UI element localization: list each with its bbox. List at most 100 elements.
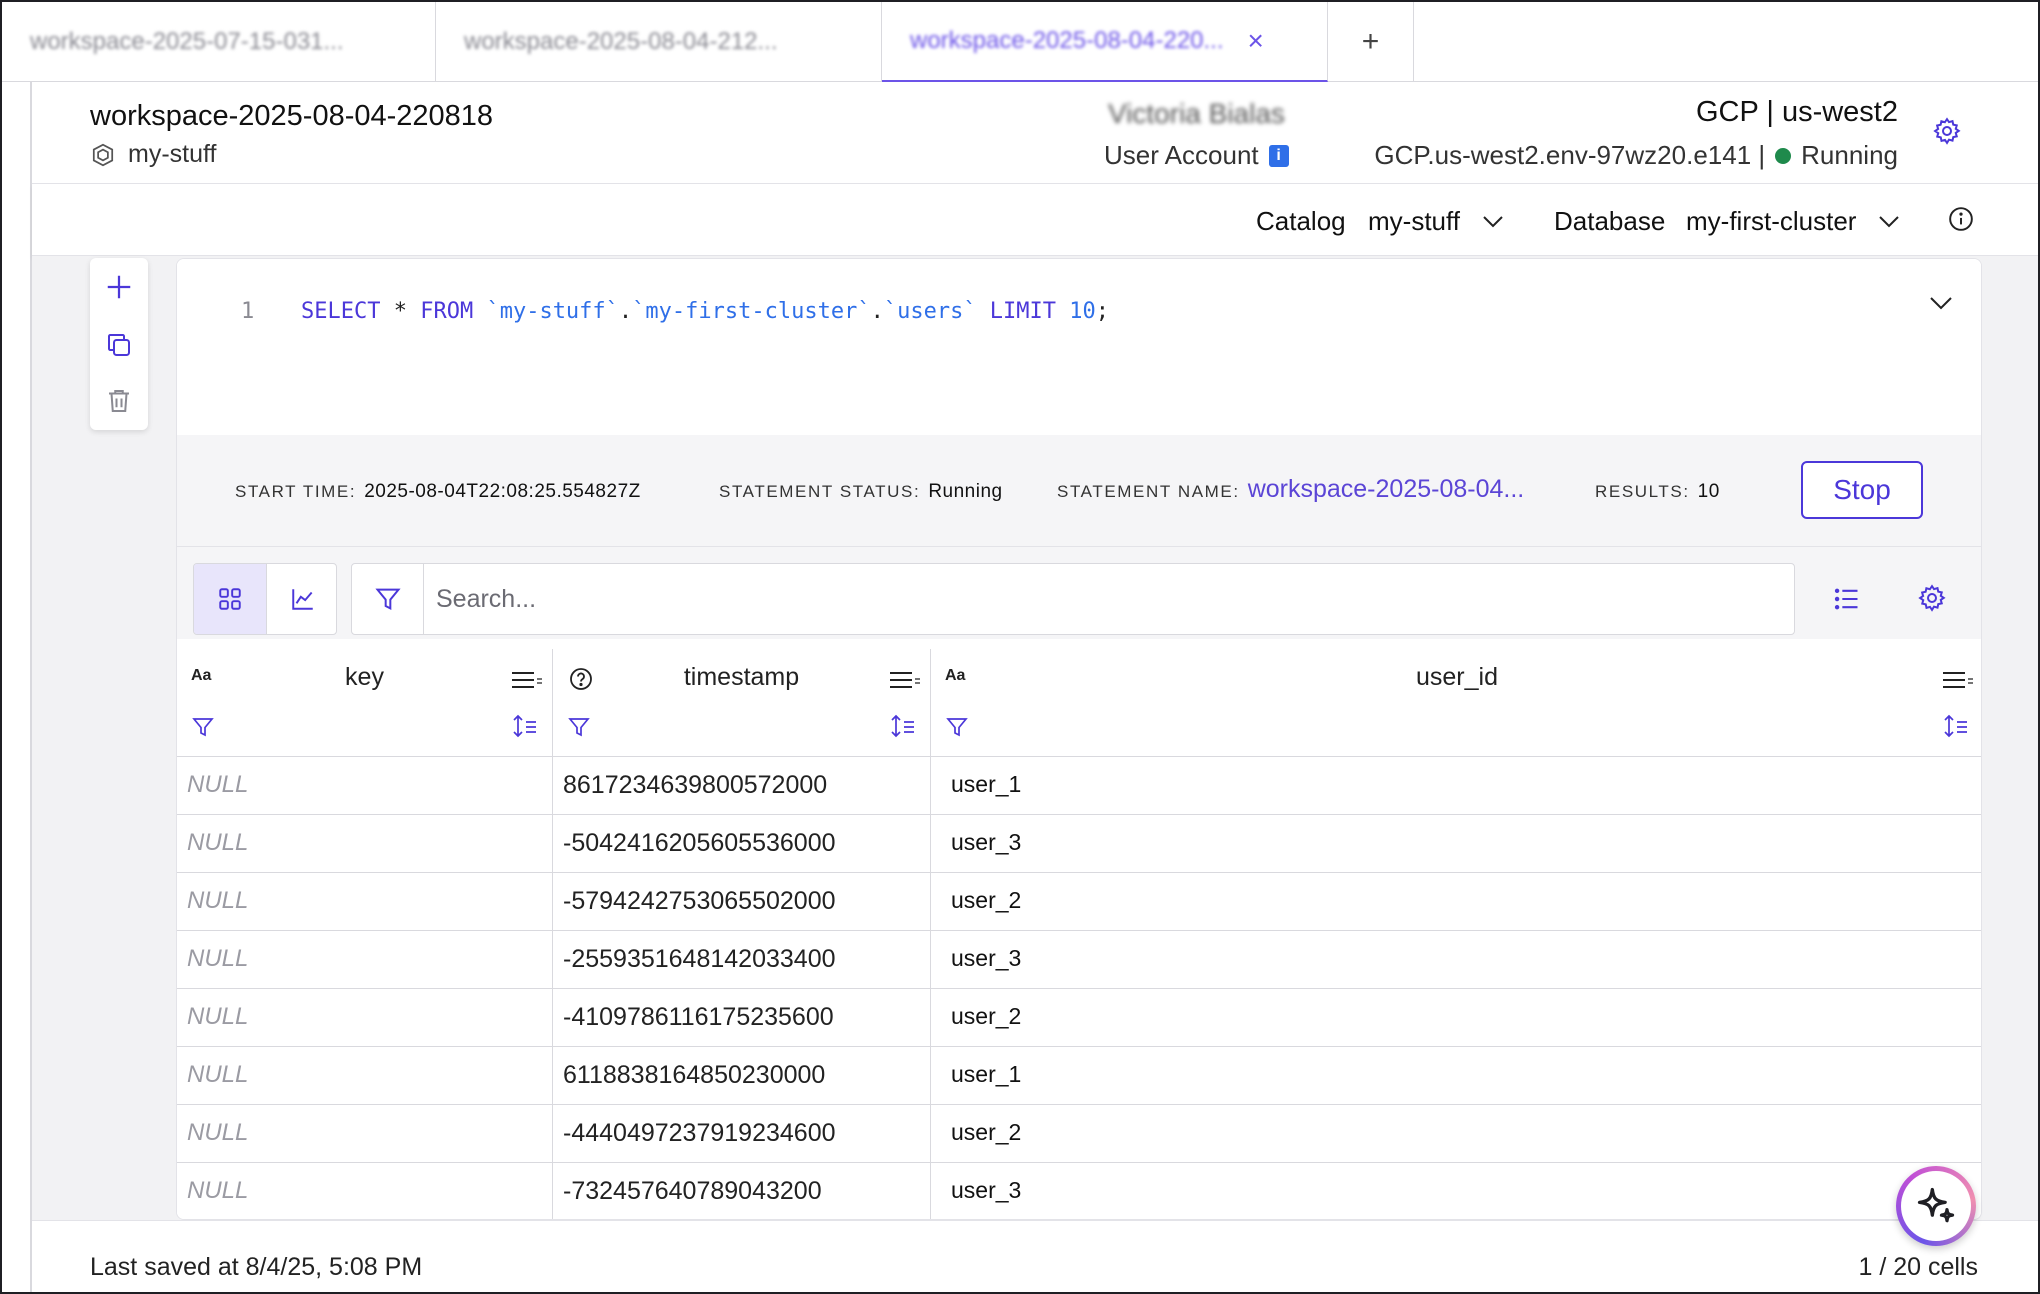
filter-icon[interactable] — [945, 715, 969, 739]
environment-status: GCP.us-west2.env-97wz20.e141 | Running — [1374, 140, 1898, 171]
add-icon[interactable] — [104, 272, 134, 302]
close-icon[interactable]: × — [1248, 25, 1264, 57]
cell-user-id[interactable]: user_2 — [931, 989, 1981, 1047]
cell-key[interactable]: NULL — [177, 757, 553, 815]
code-token: FROM — [420, 299, 474, 324]
code-token: `users` — [883, 299, 977, 324]
column-menu-icon[interactable] — [888, 669, 922, 691]
code-token: 10 — [1056, 299, 1096, 324]
tab-workspace-3-active[interactable]: workspace-2025-08-04-220... × — [882, 2, 1328, 82]
table-row[interactable]: NULL -5042416205605536000 user_3 — [177, 815, 1981, 873]
cell-key[interactable]: NULL — [177, 815, 553, 873]
column-header-key[interactable]: Aa key — [177, 649, 553, 757]
list-icon[interactable] — [1833, 585, 1861, 613]
cell-key[interactable]: NULL — [177, 1163, 553, 1219]
code-token: . — [618, 299, 633, 324]
cell-timestamp[interactable]: -732457640789043200 — [553, 1163, 931, 1219]
cell-timestamp[interactable]: 8617234639800572000 — [553, 757, 931, 815]
sort-icon[interactable] — [512, 713, 538, 739]
table-row[interactable]: NULL -4109786116175235600 user_2 — [177, 989, 1981, 1047]
cell-timestamp[interactable]: -4109786116175235600 — [553, 989, 931, 1047]
tab-workspace-2[interactable]: workspace-2025-08-04-212... — [436, 2, 882, 82]
chevron-down-icon — [1483, 215, 1503, 227]
cell-user-id[interactable]: user_3 — [931, 815, 1981, 873]
database-select[interactable]: my-first-cluster — [1686, 206, 1900, 237]
cell-key[interactable]: NULL — [177, 989, 553, 1047]
tab-workspace-1[interactable]: workspace-2025-07-15-031... — [2, 2, 436, 82]
sparkle-icon — [1917, 1187, 1955, 1223]
table-row[interactable]: NULL 6118838164850230000 user_1 — [177, 1047, 1981, 1105]
column-header-user-id[interactable]: Aa user_id — [931, 649, 1981, 757]
statement-status-label: STATEMENT STATUS: — [719, 482, 921, 501]
user-account-label: User Account — [1104, 140, 1259, 170]
add-tab-button[interactable]: + — [1328, 2, 1414, 82]
cell-user-id[interactable]: user_2 — [931, 873, 1981, 931]
sort-icon[interactable] — [1943, 713, 1969, 739]
sql-code[interactable]: SELECT * FROM `my-stuff`.`my-first-clust… — [301, 299, 1109, 324]
cell-user-id[interactable]: user_1 — [931, 757, 1981, 815]
cell-timestamp[interactable]: -5794242753065502000 — [553, 873, 931, 931]
info-icon[interactable]: i — [1268, 144, 1289, 167]
trash-icon[interactable] — [104, 386, 134, 416]
tab-bar: workspace-2025-07-15-031... workspace-20… — [2, 2, 2038, 82]
cell-timestamp[interactable]: -5042416205605536000 — [553, 815, 931, 873]
cell-timestamp[interactable]: -2559351648142033400 — [553, 931, 931, 989]
cell-user-id[interactable]: user_2 — [931, 1105, 1981, 1163]
cell-timestamp[interactable]: 6118838164850230000 — [553, 1047, 931, 1105]
workspace-title[interactable]: workspace-2025-08-04-220818 — [90, 100, 493, 133]
code-token: `my-stuff` — [473, 299, 619, 324]
table-row[interactable]: NULL -2559351648142033400 user_3 — [177, 931, 1981, 989]
cells-count: 1 / 20 cells — [1858, 1253, 1978, 1281]
cell-key[interactable]: NULL — [177, 873, 553, 931]
statement-name-link[interactable]: workspace-2025-08-04... — [1248, 475, 1525, 504]
catalog-select[interactable]: my-stuff — [1368, 206, 1504, 237]
search-input[interactable] — [436, 578, 1776, 620]
cube-icon — [92, 143, 114, 166]
table-row[interactable]: NULL -5794242753065502000 user_2 — [177, 873, 1981, 931]
table-row[interactable]: NULL 8617234639800572000 user_1 — [177, 757, 1981, 815]
cell-user-id[interactable]: user_3 — [931, 931, 1981, 989]
catalog-bar: Catalog my-stuff Database my-first-clust… — [32, 184, 2038, 256]
column-menu-icon[interactable] — [510, 669, 544, 691]
environment-id: GCP.us-west2.env-97wz20.e141 | — [1374, 140, 1766, 170]
chevron-down-icon[interactable] — [1929, 295, 1953, 311]
stop-button[interactable]: Stop — [1801, 461, 1923, 519]
start-time-label: START TIME: — [235, 482, 357, 501]
chevron-down-icon — [1879, 215, 1900, 227]
cell-timestamp[interactable]: -4440497237919234600 — [553, 1105, 931, 1163]
cell-key[interactable]: NULL — [177, 1047, 553, 1105]
catalog-value: my-stuff — [1368, 206, 1460, 236]
copy-icon[interactable] — [104, 330, 134, 360]
filter-icon[interactable] — [567, 715, 591, 739]
table-row[interactable]: NULL -4440497237919234600 user_2 — [177, 1105, 1981, 1163]
cell-user-id[interactable]: user_1 — [931, 1047, 1981, 1105]
grid-icon — [219, 588, 241, 610]
tab-label: workspace-2025-07-15-031... — [30, 28, 344, 55]
sort-icon[interactable] — [890, 713, 916, 739]
statement-status-strip: START TIME: 2025-08-04T22:08:25.554827Z … — [177, 435, 1981, 547]
search-filter-button[interactable] — [352, 564, 424, 634]
statement-name-label: STATEMENT NAME: — [1057, 482, 1240, 501]
tab-label: workspace-2025-08-04-220... — [910, 27, 1224, 54]
ai-assistant-button[interactable] — [1896, 1166, 1976, 1246]
sql-cell: 1 SELECT * FROM `my-stuff`.`my-first-clu… — [176, 258, 1982, 1220]
column-name: user_id — [1416, 663, 1498, 691]
gear-icon[interactable] — [1917, 583, 1947, 613]
cell-key[interactable]: NULL — [177, 931, 553, 989]
chart-view-button[interactable] — [266, 564, 336, 634]
sql-editor[interactable]: 1 SELECT * FROM `my-stuff`.`my-first-clu… — [177, 259, 1981, 435]
statement-name: STATEMENT NAME: workspace-2025-08-04... — [1057, 475, 1524, 504]
column-menu-icon[interactable] — [1941, 669, 1975, 691]
cell-user-id[interactable]: user_3 — [931, 1163, 1981, 1219]
table-view-button[interactable] — [194, 564, 266, 634]
filter-icon — [374, 588, 401, 610]
filter-icon[interactable] — [191, 715, 215, 739]
database-value: my-first-cluster — [1686, 206, 1857, 236]
last-saved-text: Last saved at 8/4/25, 5:08 PM — [90, 1253, 423, 1281]
column-header-timestamp[interactable]: timestamp — [553, 649, 931, 757]
info-circle-icon[interactable] — [1948, 206, 1974, 232]
gear-icon[interactable] — [1932, 116, 1962, 146]
code-token: . — [870, 299, 884, 324]
table-row[interactable]: NULL -732457640789043200 user_3 — [177, 1163, 1981, 1219]
cell-key[interactable]: NULL — [177, 1105, 553, 1163]
